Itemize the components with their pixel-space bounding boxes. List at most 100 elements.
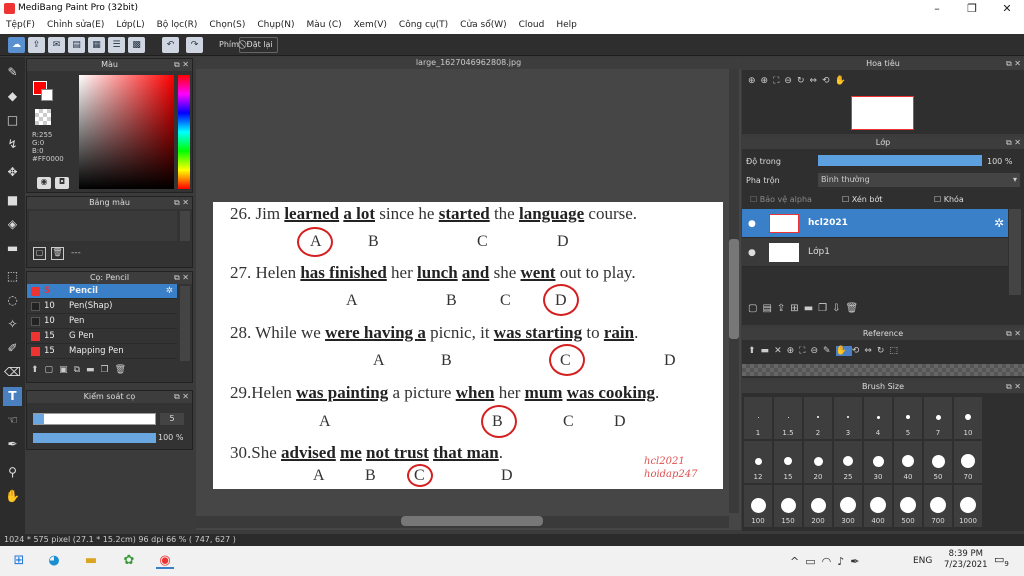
operation-tool-icon[interactable]: ☜: [3, 411, 22, 430]
language-indicator[interactable]: ENG: [913, 556, 932, 566]
brush-item[interactable]: 10 Pen: [27, 314, 177, 329]
transparent-swatch[interactable]: [35, 109, 51, 125]
layer-opacity-slider[interactable]: [818, 155, 982, 166]
brush-size-option[interactable]: 5: [894, 397, 922, 439]
brush-size-option[interactable]: 1000: [954, 485, 982, 527]
panel-popout-icon[interactable]: ⧉ ✕: [1006, 58, 1021, 70]
reference-canvas[interactable]: [742, 364, 1024, 376]
select-tool-icon[interactable]: ⬚: [3, 267, 22, 286]
select-pen-icon[interactable]: ✐: [3, 339, 22, 358]
brush-size-option[interactable]: 20: [804, 441, 832, 483]
brush-size-option[interactable]: 200: [804, 485, 832, 527]
menu-layer[interactable]: Lớp(L): [110, 17, 150, 30]
page-icon[interactable]: ▦: [88, 37, 105, 53]
background-color-swatch[interactable]: [41, 89, 53, 101]
clock[interactable]: 8:39 PM 7/23/2021: [944, 549, 988, 571]
brush-size-option[interactable]: 3: [834, 397, 862, 439]
canvas-horizontal-scrollbar[interactable]: [196, 516, 729, 528]
protect-alpha-checkbox[interactable]: ☐ Bảo vệ alpha: [750, 195, 812, 204]
gear-icon[interactable]: ✲: [166, 284, 173, 299]
blend-mode-select[interactable]: Bình thường ▾: [818, 173, 1020, 187]
canvas-tab[interactable]: large_1627046962808.jpg: [196, 57, 741, 69]
menu-edit[interactable]: Chỉnh sửa(E): [41, 17, 110, 30]
navigator-thumbnail[interactable]: [851, 96, 914, 130]
menu-color[interactable]: Màu (C): [301, 17, 348, 30]
cloud-icon[interactable]: ☁: [8, 37, 25, 53]
menu-snap[interactable]: Chụp(N): [251, 17, 300, 30]
new-page-icon[interactable]: ▢: [33, 247, 46, 260]
brush-size-option[interactable]: 400: [864, 485, 892, 527]
clipping-checkbox[interactable]: ☐ Xén bớt: [842, 195, 882, 204]
menu-filter[interactable]: Bộ lọc(R): [151, 17, 204, 30]
fill-tool-icon[interactable]: ◈: [3, 215, 22, 234]
panel-popout-icon[interactable]: ⧉ ✕: [1006, 328, 1021, 340]
menu-select[interactable]: Chọn(S): [203, 17, 251, 30]
menu-file[interactable]: Tệp(F): [0, 17, 41, 30]
menu-help[interactable]: Help: [550, 17, 583, 30]
hue-slider[interactable]: [178, 75, 190, 189]
eraser-tool-icon[interactable]: ◆: [3, 87, 22, 106]
panel-popout-icon[interactable]: ⧉ ✕: [174, 391, 189, 403]
brush-size-option[interactable]: 4: [864, 397, 892, 439]
lasso-tool-icon[interactable]: ◌: [3, 291, 22, 310]
medibang-taskbar-icon[interactable]: ◉: [156, 553, 174, 569]
menu-cloud[interactable]: Cloud: [513, 17, 551, 30]
grid-icon[interactable]: ▩: [128, 37, 145, 53]
app-taskbar-icon[interactable]: ✿: [120, 553, 138, 569]
brush-size-option[interactable]: 300: [834, 485, 862, 527]
edge-icon[interactable]: ◕: [45, 553, 63, 569]
brush-size-option[interactable]: 30: [864, 441, 892, 483]
dot-tool-icon[interactable]: □: [3, 111, 22, 130]
brush-tools-row[interactable]: ⬆▢▣⧉▬❐🗑: [31, 365, 132, 375]
brush-size-option[interactable]: 10: [954, 397, 982, 439]
panel-popout-icon[interactable]: ⧉ ✕: [174, 197, 189, 209]
navigator-tools[interactable]: ⊕⊕⛶⊖↻⇔⟲✋: [748, 76, 851, 86]
brush-size-option[interactable]: 7: [924, 397, 952, 439]
close-button[interactable]: ✕: [992, 0, 1022, 17]
brush-item[interactable]: 15 G Pen: [27, 329, 177, 344]
magic-wand-tool-icon[interactable]: ✧: [3, 315, 22, 334]
brush-size-option[interactable]: 100: [744, 485, 772, 527]
move-tool-icon[interactable]: ✥: [3, 163, 22, 182]
brush-size-option[interactable]: 25: [834, 441, 862, 483]
chat-icon[interactable]: ▤: [68, 37, 85, 53]
brush-size-value[interactable]: 5: [160, 413, 184, 425]
trash-icon[interactable]: 🗑: [51, 247, 64, 260]
brush-item[interactable]: 15 Mapping Pen: [27, 344, 177, 359]
lock-checkbox[interactable]: ☐ Khóa: [934, 195, 964, 204]
canvas-vertical-scrollbar[interactable]: [729, 69, 739, 513]
panel-popout-icon[interactable]: ⧉ ✕: [1006, 137, 1021, 149]
palette-scrollbar[interactable]: [180, 211, 190, 241]
select-eraser-icon[interactable]: ⌫: [3, 363, 22, 382]
shape-tool-icon[interactable]: ■: [3, 191, 22, 210]
redo-icon[interactable]: ↷: [186, 37, 203, 53]
saturation-value-picker[interactable]: [79, 75, 174, 189]
layer-row[interactable]: ● Lớp1: [742, 238, 1008, 267]
brush-size-option[interactable]: 2: [804, 397, 832, 439]
menu-window[interactable]: Cửa sổ(W): [454, 17, 512, 30]
brush-size-option[interactable]: 700: [924, 485, 952, 527]
file-explorer-icon[interactable]: ▬: [82, 553, 100, 569]
layer-scrollbar[interactable]: [1009, 209, 1021, 295]
brush-item[interactable]: 5 Pencil ✲: [27, 284, 177, 299]
minimize-button[interactable]: –: [922, 0, 952, 17]
panel-popout-icon[interactable]: ⧉ ✕: [174, 59, 189, 71]
undo-icon[interactable]: ↶: [162, 37, 179, 53]
eyedropper-tool-icon[interactable]: ⚲: [3, 463, 22, 482]
hand-tool-icon[interactable]: ✋: [3, 487, 22, 506]
menu-tools[interactable]: Công cụ(T): [393, 17, 454, 30]
palette-swatch-area[interactable]: [29, 211, 177, 241]
brush-tool-icon[interactable]: ✎: [3, 63, 22, 82]
maximize-button[interactable]: ❐: [957, 0, 987, 17]
reference-tools[interactable]: ⬆▬✕⊕⛶⊖✎✋⟲⇔↻⬚: [748, 346, 903, 356]
brush-size-option[interactable]: 70: [954, 441, 982, 483]
brush-size-option[interactable]: 500: [894, 485, 922, 527]
palette-icon[interactable]: ◉: [37, 177, 51, 189]
windows-start-icon[interactable]: ⊞: [10, 553, 28, 569]
text-tool-icon[interactable]: T: [3, 387, 22, 406]
system-tray[interactable]: ^▭◠♪✒: [790, 555, 865, 568]
notification-icon[interactable]: ▭9: [994, 553, 1009, 568]
comment-icon[interactable]: ✉: [48, 37, 65, 53]
divide-tool-icon[interactable]: ✒: [3, 435, 22, 454]
panel-icon[interactable]: ☰: [108, 37, 125, 53]
